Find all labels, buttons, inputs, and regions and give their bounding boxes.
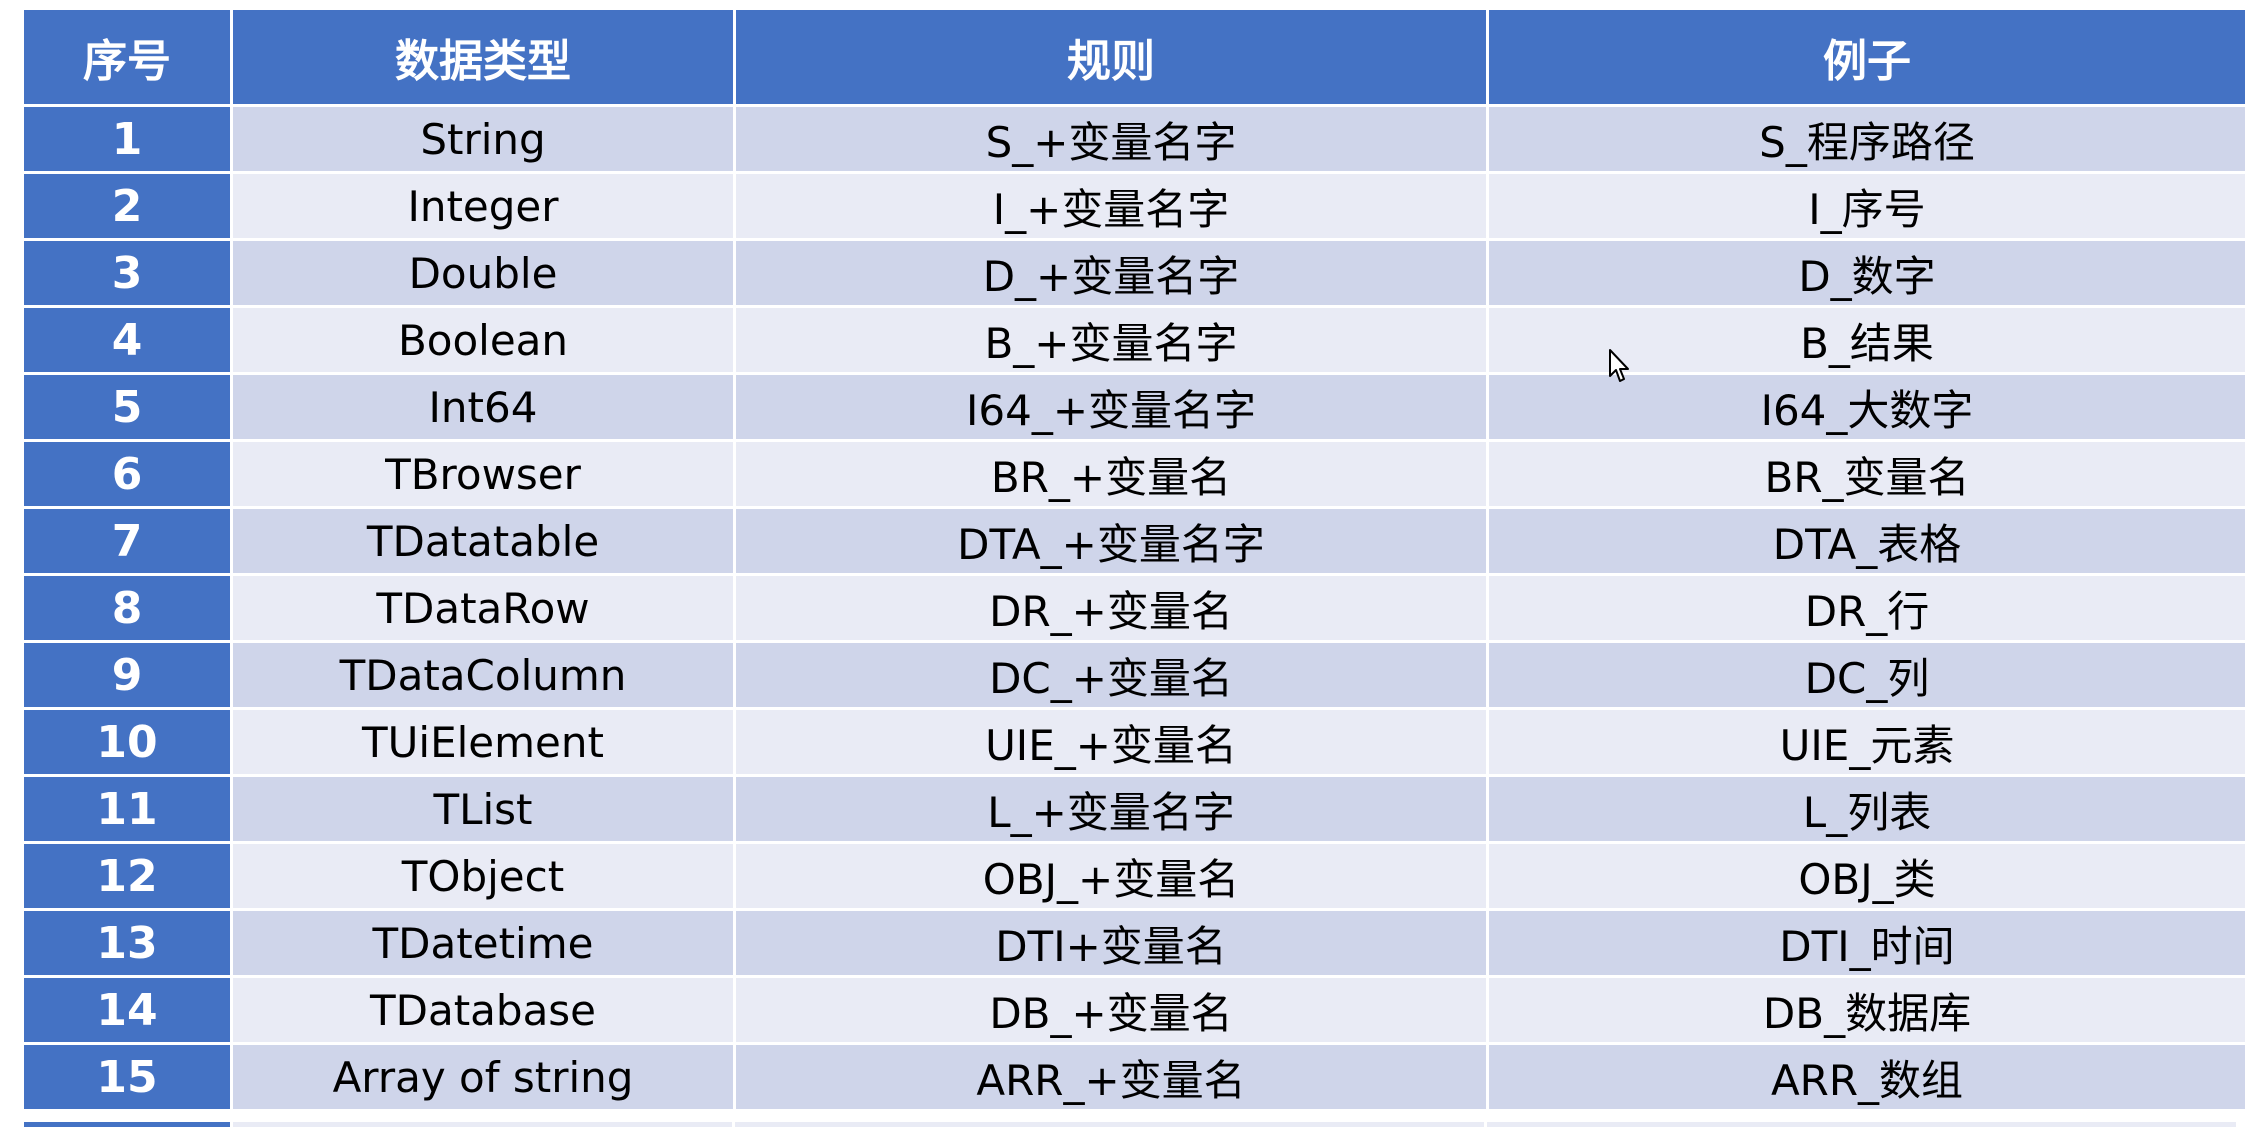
data-type-table: 序号 数据类型 规则 例子 1 String S_+变量名字 S_程序路径 2 Integ… (21, 7, 2248, 1112)
table-row-partial (24, 1122, 2236, 1127)
row-rule: DR_+变量名 (736, 576, 1486, 640)
row-rule: UIE_+变量名 (736, 710, 1486, 774)
row-data-type: Double (233, 241, 733, 305)
row-index: 12 (24, 844, 230, 908)
row-index: 8 (24, 576, 230, 640)
row-example: BR_变量名 (1489, 442, 2245, 506)
row-rule: OBJ_+变量名 (736, 844, 1486, 908)
row-data-type: TDatabase (233, 978, 733, 1042)
row-data-type: TDataRow (233, 576, 733, 640)
row-data-type: TDatatable (233, 509, 733, 573)
partial-cell (735, 1122, 1485, 1127)
table-row: 13 TDatetime DTI+变量名 DTI_时间 (24, 911, 2245, 975)
row-index: 5 (24, 375, 230, 439)
row-index: 6 (24, 442, 230, 506)
row-data-type: Int64 (233, 375, 733, 439)
row-data-type: Boolean (233, 308, 733, 372)
header-index: 序号 (24, 10, 230, 104)
row-example: S_程序路径 (1489, 107, 2245, 171)
row-data-type: TDatetime (233, 911, 733, 975)
header-example: 例子 (1489, 10, 2245, 104)
mouse-pointer-icon (1609, 349, 1629, 382)
table-row: 10 TUiElement UIE_+变量名 UIE_元素 (24, 710, 2245, 774)
row-example: DTI_时间 (1489, 911, 2245, 975)
header-data-type: 数据类型 (233, 10, 733, 104)
table-row: 12 TObject OBJ_+变量名 OBJ_类 (24, 844, 2245, 908)
row-example: DC_列 (1489, 643, 2245, 707)
row-index: 4 (24, 308, 230, 372)
table-header-row: 序号 数据类型 规则 例子 (24, 10, 2245, 104)
row-rule: DB_+变量名 (736, 978, 1486, 1042)
row-rule: DTA_+变量名字 (736, 509, 1486, 573)
row-data-type: Integer (233, 174, 733, 238)
partial-cell (1487, 1122, 2236, 1127)
row-example: DB_数据库 (1489, 978, 2245, 1042)
row-index: 1 (24, 107, 230, 171)
table-row: 5 Int64 I64_+变量名字 I64_大数字 (24, 375, 2245, 439)
row-index: 3 (24, 241, 230, 305)
table-row: 8 TDataRow DR_+变量名 DR_行 (24, 576, 2245, 640)
row-data-type: String (233, 107, 733, 171)
row-index: 13 (24, 911, 230, 975)
row-index: 14 (24, 978, 230, 1042)
row-rule: ARR_+变量名 (736, 1045, 1486, 1109)
row-rule: I_+变量名字 (736, 174, 1486, 238)
row-index: 2 (24, 174, 230, 238)
row-rule: BR_+变量名 (736, 442, 1486, 506)
row-example: ARR_数组 (1489, 1045, 2245, 1109)
table-row: 9 TDataColumn DC_+变量名 DC_列 (24, 643, 2245, 707)
table-row: 7 TDatatable DTA_+变量名字 DTA_表格 (24, 509, 2245, 573)
row-index: 7 (24, 509, 230, 573)
table-body: 1 String S_+变量名字 S_程序路径 2 Integer I_+变量名字 I_序号 3… (24, 107, 2245, 1109)
row-example: UIE_元素 (1489, 710, 2245, 774)
row-data-type: TBrowser (233, 442, 733, 506)
table-row: 15 Array of string ARR_+变量名 ARR_数组 (24, 1045, 2245, 1109)
row-data-type: TDataColumn (233, 643, 733, 707)
row-example: DTA_表格 (1489, 509, 2245, 573)
row-index: 10 (24, 710, 230, 774)
row-data-type: TList (233, 777, 733, 841)
row-rule: L_+变量名字 (736, 777, 1486, 841)
partial-cell (232, 1122, 733, 1127)
table-row: 2 Integer I_+变量名字 I_序号 (24, 174, 2245, 238)
data-type-table-container: 序号 数据类型 规则 例子 1 String S_+变量名字 S_程序路径 2 Integ… (24, 10, 2245, 1109)
table-row: 14 TDatabase DB_+变量名 DB_数据库 (24, 978, 2245, 1042)
row-example: D_数字 (1489, 241, 2245, 305)
row-index: 11 (24, 777, 230, 841)
partial-cell (24, 1122, 230, 1127)
table-row: 1 String S_+变量名字 S_程序路径 (24, 107, 2245, 171)
row-rule: DTI+变量名 (736, 911, 1486, 975)
row-index: 15 (24, 1045, 230, 1109)
table-row: 11 TList L_+变量名字 L_列表 (24, 777, 2245, 841)
row-example: B_结果 (1489, 308, 2245, 372)
row-data-type: TUiElement (233, 710, 733, 774)
table-row: 3 Double D_+变量名字 D_数字 (24, 241, 2245, 305)
row-rule: D_+变量名字 (736, 241, 1486, 305)
row-rule: S_+变量名字 (736, 107, 1486, 171)
row-data-type: Array of string (233, 1045, 733, 1109)
row-rule: I64_+变量名字 (736, 375, 1486, 439)
row-index: 9 (24, 643, 230, 707)
row-rule: B_+变量名字 (736, 308, 1486, 372)
row-example: I64_大数字 (1489, 375, 2245, 439)
table-row: 6 TBrowser BR_+变量名 BR_变量名 (24, 442, 2245, 506)
row-example: OBJ_类 (1489, 844, 2245, 908)
row-rule: DC_+变量名 (736, 643, 1486, 707)
row-example: DR_行 (1489, 576, 2245, 640)
row-example: I_序号 (1489, 174, 2245, 238)
row-example: L_列表 (1489, 777, 2245, 841)
table-row: 4 Boolean B_+变量名字 B_结果 (24, 308, 2245, 372)
header-rule: 规则 (736, 10, 1486, 104)
row-data-type: TObject (233, 844, 733, 908)
